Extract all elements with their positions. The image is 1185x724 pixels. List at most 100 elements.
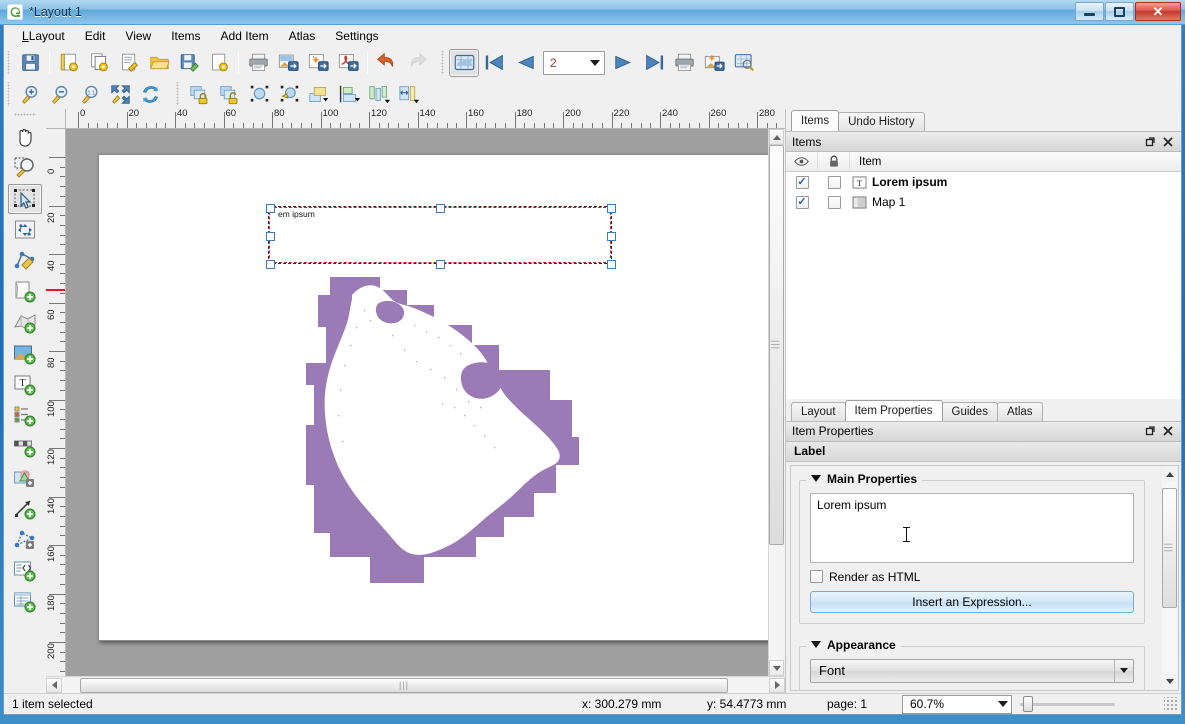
redo-button[interactable] — [402, 49, 432, 77]
add-map-tool[interactable] — [8, 308, 42, 338]
resize-handle-ml[interactable] — [266, 232, 275, 241]
props-scroll-down[interactable] — [1162, 674, 1177, 689]
print-atlas-button[interactable] — [669, 49, 699, 77]
align-left-button[interactable] — [364, 80, 394, 108]
props-scroll-thumb[interactable]: ||| — [1162, 488, 1177, 608]
save-template-button[interactable] — [174, 49, 204, 77]
float-icon[interactable] — [1142, 423, 1158, 439]
close-icon[interactable] — [1160, 423, 1176, 439]
edit-nodes-item-tool[interactable] — [8, 246, 42, 276]
resize-handle-tc[interactable] — [436, 204, 445, 213]
tab-atlas[interactable]: Atlas — [997, 402, 1043, 421]
horizontal-scroll-thumb[interactable]: ||| — [80, 678, 728, 693]
add-html-tool[interactable] — [8, 556, 42, 586]
select-move-item-tool[interactable] — [8, 184, 42, 214]
maximize-button[interactable] — [1105, 2, 1134, 21]
layout-properties-button[interactable] — [204, 49, 234, 77]
group-items-button[interactable] — [244, 80, 274, 108]
lock-checkbox[interactable] — [828, 196, 841, 209]
render-as-html-checkbox[interactable] — [810, 570, 823, 583]
props-scroll-up[interactable] — [1162, 467, 1177, 482]
add-attribute-table-tool[interactable] — [8, 587, 42, 617]
close-button[interactable]: ✕ — [1135, 2, 1181, 21]
toolbar-grip-nav[interactable] — [6, 82, 13, 106]
row-visibility-cell[interactable]: ✓ — [786, 196, 818, 209]
menu-layout[interactable]: LLayout — [12, 26, 75, 46]
duplicate-layout-button[interactable] — [84, 49, 114, 77]
tab-undo-history[interactable]: Undo History — [838, 112, 924, 131]
row-lock-cell[interactable] — [818, 196, 850, 209]
resize-handle-tl[interactable] — [266, 204, 275, 213]
zoom-full-button[interactable] — [105, 80, 135, 108]
last-feature-button[interactable] — [639, 49, 669, 77]
export-pdf-button[interactable] — [333, 49, 363, 77]
add-legend-tool[interactable] — [8, 401, 42, 431]
scroll-down-button[interactable] — [769, 660, 784, 676]
vertical-scroll-track[interactable]: ||| — [769, 145, 785, 660]
menu-view[interactable]: View — [115, 26, 161, 46]
toolbar-grip[interactable] — [6, 51, 13, 75]
horizontal-ruler[interactable]: 0204060801001201401601802002202402602803… — [46, 109, 785, 129]
insert-expression-button[interactable]: Insert an Expression... — [810, 591, 1134, 613]
font-color-swatch[interactable] — [915, 690, 1015, 692]
canvas-vertical-scrollbar[interactable]: ||| — [768, 129, 785, 676]
props-scroll-track[interactable]: ||| — [1162, 482, 1177, 675]
vertical-ruler[interactable]: 020406080100120140160180200220 — [46, 129, 66, 676]
visibility-checkbox[interactable]: ✓ — [796, 176, 809, 189]
add-arrow-tool[interactable] — [8, 494, 42, 524]
tab-guides[interactable]: Guides — [942, 402, 998, 421]
print-layout-button[interactable] — [243, 49, 273, 77]
lower-items-button[interactable] — [334, 80, 364, 108]
render-as-html-row[interactable]: Render as HTML — [810, 570, 1134, 584]
next-feature-button[interactable] — [609, 49, 639, 77]
left-toolbar-grip[interactable] — [14, 112, 36, 119]
refresh-button[interactable] — [135, 80, 165, 108]
menu-items[interactable]: Items — [161, 26, 210, 46]
atlas-settings-button[interactable] — [729, 49, 759, 77]
open-template-button[interactable] — [144, 49, 174, 77]
tab-layout[interactable]: Layout — [791, 402, 846, 421]
minimize-button[interactable] — [1075, 2, 1104, 21]
map-item[interactable] — [304, 265, 604, 615]
add-node-item-tool[interactable] — [8, 525, 42, 555]
table-row[interactable]: ✓ Map 1 — [786, 192, 1181, 212]
appearance-title[interactable]: Appearance — [806, 638, 901, 652]
properties-vertical-scrollbar[interactable]: ||| — [1162, 467, 1177, 690]
resize-handle-bl[interactable] — [266, 260, 275, 269]
canvas-horizontal-scrollbar[interactable]: ||| — [46, 676, 785, 693]
previous-feature-button[interactable] — [509, 49, 539, 77]
tab-item-properties[interactable]: Item Properties — [845, 400, 943, 421]
items-list[interactable]: ✓ T Lorem ipsum ✓ Map 1 — [786, 172, 1181, 399]
raise-items-button[interactable] — [304, 80, 334, 108]
undo-button[interactable] — [372, 49, 402, 77]
add-scalebar-tool[interactable] — [8, 432, 42, 462]
zoom-in-button[interactable] — [15, 80, 45, 108]
preview-atlas-button[interactable] — [449, 49, 479, 77]
resize-handle-tr[interactable] — [607, 204, 616, 213]
label-text-input[interactable]: Lorem ipsum — [810, 493, 1134, 563]
layout-manager-button[interactable] — [114, 49, 144, 77]
add-label-tool[interactable]: T — [8, 370, 42, 400]
zoom-slider-track[interactable] — [1020, 703, 1115, 706]
float-icon[interactable] — [1142, 134, 1158, 150]
menu-atlas[interactable]: Atlas — [279, 26, 326, 46]
lock-checkbox[interactable] — [828, 176, 841, 189]
export-image-button[interactable] — [273, 49, 303, 77]
collapse-triangle-icon[interactable] — [811, 641, 821, 648]
horizontal-scroll-track[interactable]: ||| — [62, 678, 769, 693]
vertical-scroll-thumb[interactable]: ||| — [769, 145, 784, 545]
toolbar-grip-atlas[interactable] — [440, 51, 447, 75]
move-item-content-tool[interactable] — [8, 215, 42, 245]
visibility-checkbox[interactable]: ✓ — [796, 196, 809, 209]
scroll-left-button[interactable] — [46, 678, 62, 693]
scroll-right-button[interactable] — [769, 678, 785, 693]
zoom-tool[interactable] — [8, 153, 42, 183]
new-layout-button[interactable] — [54, 49, 84, 77]
chevron-down-icon[interactable] — [1114, 660, 1133, 682]
toolbar-grip-items[interactable] — [175, 82, 182, 106]
zoom-out-button[interactable] — [45, 80, 75, 108]
main-properties-title[interactable]: Main Properties — [806, 472, 922, 486]
label-item[interactable]: em ipsum — [269, 207, 611, 263]
add-shape-tool[interactable] — [8, 463, 42, 493]
layout-page[interactable]: em ipsum — [98, 154, 768, 641]
